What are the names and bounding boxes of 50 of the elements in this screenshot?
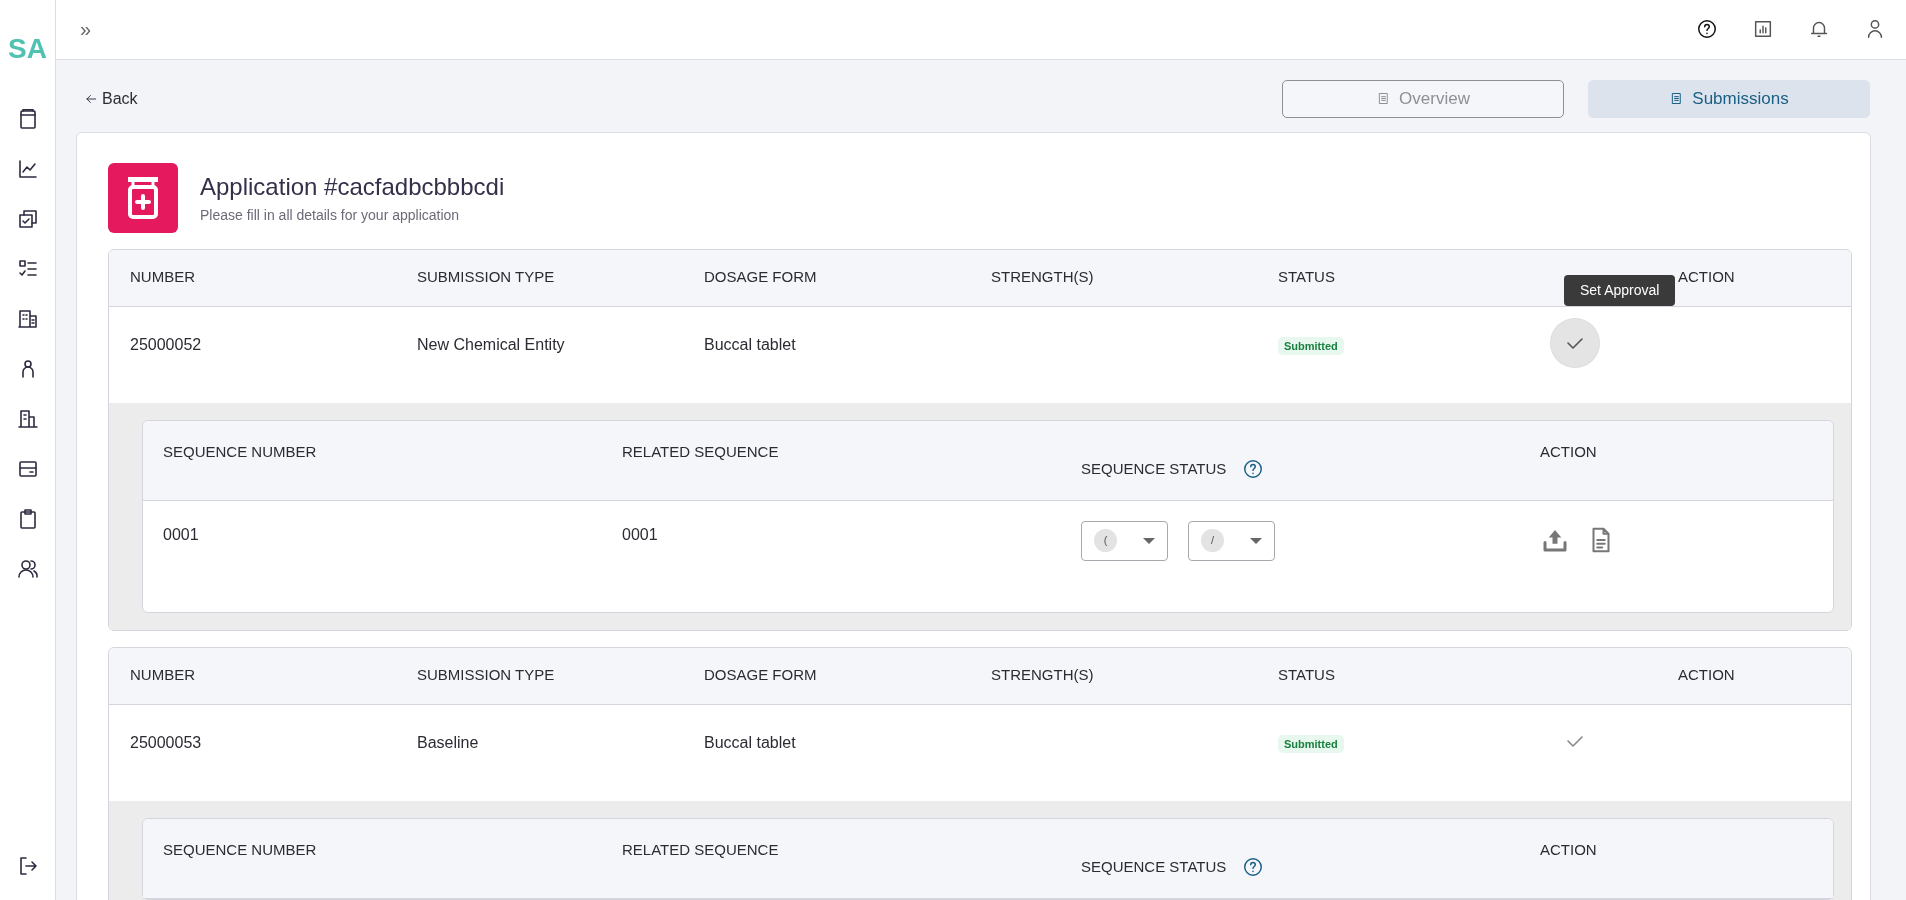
column-header: DOSAGE FORM: [704, 267, 818, 288]
column-header: SEQUENCE STATUS: [1081, 458, 1227, 479]
help-icon[interactable]: [1242, 856, 1265, 879]
column-header: DOSAGE FORM: [704, 665, 818, 686]
table-cell: Buccal tablet: [704, 335, 796, 353]
expand-sidebar-button[interactable]: »: [80, 14, 92, 45]
column-header: RELATED SEQUENCE: [622, 442, 779, 460]
tooltip: Set Approval: [1564, 274, 1676, 306]
column-header: STATUS: [1278, 267, 1336, 288]
table-cell: 0001: [622, 525, 658, 543]
column-header: SEQUENCE NUMBER: [163, 442, 317, 460]
table-cell: Buccal tablet: [704, 733, 796, 751]
table-cell: New Chemical Entity: [417, 335, 565, 353]
column-header: ACTION: [1678, 267, 1736, 288]
column-header: ACTION: [1540, 840, 1597, 858]
column-header: SEQUENCE NUMBER: [163, 840, 317, 858]
tab[interactable]: Submissions: [1588, 79, 1870, 118]
table-cell: 25000053: [130, 733, 202, 751]
column-header: NUMBER: [130, 665, 196, 686]
people-icon[interactable]: [15, 557, 40, 581]
column-header: STRENGTH(S): [991, 665, 1095, 686]
status-select[interactable]: /: [1188, 520, 1275, 561]
column-header: ACTION: [1540, 442, 1597, 460]
column-header: STRENGTH(S): [991, 267, 1095, 288]
application-subtitle: Please fill in all details for your application: [200, 206, 461, 226]
table-cell: 0001: [163, 525, 199, 543]
status-badge: Submitted: [1278, 336, 1344, 355]
office-building-icon[interactable]: [15, 407, 40, 431]
back-link[interactable]: Back: [76, 85, 146, 112]
help-icon[interactable]: [1696, 18, 1718, 41]
column-header: SUBMISSION TYPE: [417, 665, 556, 686]
building-icon[interactable]: [15, 307, 40, 331]
column-header: NUMBER: [130, 267, 196, 288]
column-header: SEQUENCE STATUS: [1081, 856, 1227, 877]
column-header: RELATED SEQUENCE: [622, 840, 779, 858]
tab[interactable]: Overview: [1282, 79, 1564, 118]
column-header: ACTION: [1678, 665, 1736, 686]
select-value: /: [1201, 529, 1224, 553]
table-cell: 25000052: [130, 335, 202, 353]
column-header: SUBMISSION TYPE: [417, 267, 556, 288]
select-value: (: [1094, 529, 1117, 553]
status-badge: Submitted: [1278, 734, 1344, 753]
caret-down-icon: [1143, 537, 1155, 544]
caret-down-icon: [1250, 537, 1262, 544]
table-cell: Baseline: [417, 733, 479, 751]
application-title: Application #cacfadbcbbbcdi: [200, 172, 505, 203]
help-icon[interactable]: [1242, 458, 1265, 481]
column-header: STATUS: [1278, 665, 1336, 686]
status-select[interactable]: (: [1081, 520, 1168, 561]
medicine-jar-icon: [108, 162, 178, 233]
